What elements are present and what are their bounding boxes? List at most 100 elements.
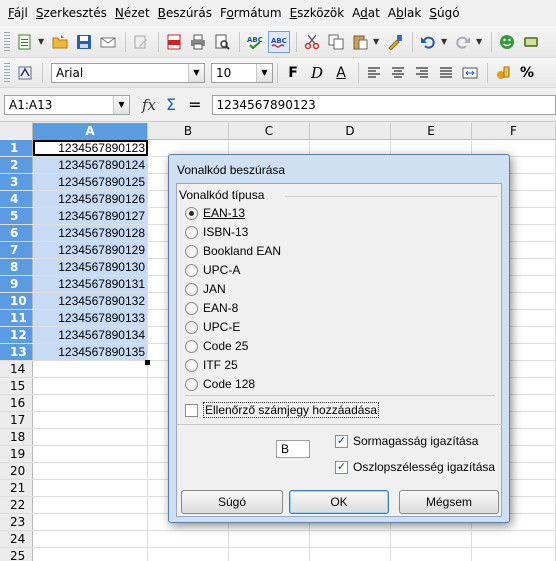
toolbar-grip[interactable] [4, 62, 10, 83]
row-header[interactable]: 13 [0, 344, 33, 360]
table-cell[interactable]: 1234567890129 [33, 242, 148, 258]
menu-window[interactable]: Ablak [384, 3, 425, 23]
radio-upca[interactable]: UPC-A [185, 262, 240, 278]
radio-button-icon[interactable] [185, 320, 198, 334]
sum-icon[interactable]: Σ [166, 95, 176, 114]
open-icon[interactable] [49, 31, 71, 53]
function-icon[interactable]: = [188, 95, 201, 114]
row-header[interactable]: 8 [0, 259, 33, 275]
function-wizard-icon[interactable]: fx [142, 96, 156, 114]
row-header[interactable]: 9 [0, 276, 33, 292]
formula-input[interactable]: 1234567890123 [211, 94, 556, 115]
menu-format[interactable]: Formátum [216, 3, 286, 23]
table-cell[interactable] [33, 531, 148, 547]
radio-button-icon[interactable] [185, 206, 198, 220]
table-cell[interactable] [310, 548, 391, 561]
row-header[interactable]: 10 [0, 293, 33, 309]
table-cell[interactable] [33, 514, 148, 530]
row-header[interactable]: 5 [0, 208, 33, 224]
table-cell[interactable] [229, 531, 310, 547]
radio-isbn13[interactable]: ISBN-13 [185, 224, 248, 240]
radio-button-icon[interactable] [185, 225, 198, 239]
row-header[interactable]: 12 [0, 327, 33, 343]
table-cell[interactable]: 1234567890126 [33, 191, 148, 207]
name-box[interactable]: A1:A13 ▼ [4, 94, 130, 115]
row-header[interactable]: 25 [0, 548, 33, 561]
font-name-combo[interactable]: Arial ▼ [51, 62, 205, 83]
currency-format-icon[interactable] [492, 62, 514, 84]
justify-icon[interactable] [435, 62, 457, 84]
row-header[interactable]: 24 [0, 531, 33, 547]
radio-button-icon[interactable] [185, 263, 198, 277]
row-header[interactable]: 21 [0, 480, 33, 496]
column-header-c[interactable]: C [229, 123, 310, 140]
row-header[interactable]: 14 [0, 361, 33, 377]
table-cell[interactable]: 1234567890124 [33, 157, 148, 173]
print-preview-icon[interactable] [211, 31, 233, 53]
table-cell[interactable] [33, 361, 148, 377]
radio-code128[interactable]: Code 128 [185, 376, 255, 392]
radio-itf25[interactable]: ITF 25 [185, 357, 238, 373]
paste-dropdown-icon[interactable]: ▼ [373, 37, 381, 46]
email-icon[interactable] [97, 31, 119, 53]
column-header-b[interactable]: B [148, 123, 229, 140]
table-cell[interactable] [33, 378, 148, 394]
menu-insert[interactable]: Beszúrás [154, 3, 216, 23]
radio-ean13[interactable]: EAN-13 [185, 205, 245, 221]
redo-icon[interactable] [452, 31, 474, 53]
radio-button-icon[interactable] [185, 301, 198, 315]
radio-upce[interactable]: UPC-E [185, 319, 240, 335]
chevron-down-icon[interactable]: ▼ [256, 63, 272, 82]
row-header[interactable]: 11 [0, 310, 33, 326]
table-cell[interactable] [310, 531, 391, 547]
menu-data[interactable]: Adat [348, 3, 384, 23]
table-cell[interactable]: 1234567890131 [33, 276, 148, 292]
column-header-f[interactable]: F [472, 123, 556, 140]
table-cell[interactable] [148, 531, 229, 547]
italic-button[interactable]: D [306, 62, 328, 84]
edit-file-icon[interactable] [130, 31, 152, 53]
row-header[interactable]: 6 [0, 225, 33, 241]
redo-dropdown-icon[interactable]: ▼ [476, 37, 484, 46]
clone-formatting-icon[interactable] [384, 31, 406, 53]
align-right-icon[interactable] [411, 62, 433, 84]
column-header-a[interactable]: A [33, 123, 148, 140]
table-cell[interactable] [33, 480, 148, 496]
undo-icon[interactable] [417, 31, 439, 53]
menu-edit[interactable]: Szerkesztés [32, 3, 111, 23]
table-cell[interactable]: 1234567890130 [33, 259, 148, 275]
column-header-e[interactable]: E [391, 123, 472, 140]
row-header[interactable]: 1 [0, 140, 33, 156]
new-dropdown-icon[interactable]: ▼ [38, 37, 46, 46]
row-header[interactable]: 19 [0, 446, 33, 462]
row-height-checkbox[interactable]: ✓ Sormagasság igazítása [335, 433, 478, 449]
col-width-checkbox[interactable]: ✓ Oszlopszélesség igazítása [335, 459, 495, 475]
table-cell[interactable] [391, 531, 472, 547]
checksum-checkbox[interactable]: Ellenőrző számjegy hozzáadása [185, 402, 380, 418]
extension-smiley-icon[interactable] [496, 31, 518, 53]
radio-button-icon[interactable] [185, 244, 198, 258]
percent-format-icon[interactable]: % [516, 62, 538, 84]
table-cell[interactable]: 1234567890134 [33, 327, 148, 343]
copy-icon[interactable] [325, 31, 347, 53]
row-header[interactable]: 15 [0, 378, 33, 394]
undo-dropdown-icon[interactable]: ▼ [441, 37, 449, 46]
table-cell[interactable] [33, 429, 148, 445]
menu-help[interactable]: Súgó [425, 3, 463, 23]
bold-button[interactable]: F [282, 62, 304, 84]
underline-button[interactable]: A [330, 62, 352, 84]
radio-button-icon[interactable] [185, 339, 198, 353]
menu-view[interactable]: Nézet [111, 3, 154, 23]
toolbar-grip[interactable] [4, 31, 10, 52]
radio-bookland-ean[interactable]: Bookland EAN [185, 243, 281, 259]
table-cell[interactable]: 1234567890128 [33, 225, 148, 241]
select-all-corner[interactable] [0, 123, 33, 140]
save-icon[interactable] [73, 31, 95, 53]
row-header[interactable]: 4 [0, 191, 33, 207]
table-cell[interactable] [33, 463, 148, 479]
table-cell[interactable] [33, 395, 148, 411]
menu-file[interactable]: Fájl [4, 3, 32, 23]
table-cell[interactable] [391, 548, 472, 561]
row-header[interactable]: 18 [0, 429, 33, 445]
fill-handle[interactable] [145, 360, 150, 365]
